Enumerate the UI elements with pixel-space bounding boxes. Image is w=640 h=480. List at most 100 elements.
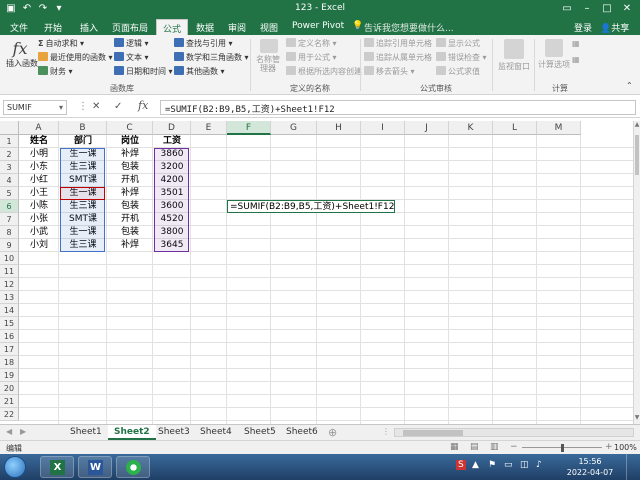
table-cell[interactable]: 小王 bbox=[19, 187, 59, 200]
column-header-b[interactable]: B bbox=[59, 121, 107, 135]
row-header-13[interactable]: 13 bbox=[0, 291, 19, 304]
sign-in-link[interactable]: 登录 bbox=[574, 21, 592, 34]
insert-function-icon[interactable]: fx bbox=[138, 99, 148, 112]
header-department[interactable]: 部门 bbox=[59, 135, 107, 148]
watch-window-button[interactable]: 监视窗口 bbox=[496, 39, 532, 72]
column-header-g[interactable]: G bbox=[271, 121, 317, 135]
tab-data[interactable]: 数据 bbox=[196, 21, 214, 34]
input-method-icon[interactable]: S bbox=[456, 460, 466, 470]
row-header-21[interactable]: 21 bbox=[0, 395, 19, 408]
share-button[interactable]: 👤共享 bbox=[600, 21, 629, 34]
more-functions-button[interactable]: 其他函数 ▾ bbox=[174, 66, 225, 77]
save-icon[interactable]: ▣ bbox=[4, 2, 18, 15]
define-name-button[interactable]: 定义名称 ▾ bbox=[286, 38, 337, 49]
column-header-c[interactable]: C bbox=[107, 121, 153, 135]
name-manager-button[interactable]: 名称管理器 bbox=[254, 39, 284, 73]
lookup-button[interactable]: 查找与引用 ▾ bbox=[174, 38, 233, 49]
scroll-down-icon[interactable]: ▼ bbox=[634, 414, 640, 424]
tab-review[interactable]: 审阅 bbox=[228, 21, 246, 34]
tab-power-pivot[interactable]: Power Pivot bbox=[292, 21, 344, 31]
remove-arrows-button[interactable]: 移去箭头 ▾ bbox=[364, 66, 415, 77]
header-salary[interactable]: 工资 bbox=[153, 135, 191, 148]
table-cell[interactable]: 开机 bbox=[107, 213, 153, 226]
quick-access-dropdown-icon[interactable]: ▾ bbox=[52, 2, 66, 15]
error-check-button[interactable]: 错误检查 ▾ bbox=[436, 52, 487, 63]
math-button[interactable]: 数学和三角函数 ▾ bbox=[174, 52, 249, 63]
page-layout-view-icon[interactable]: ▤ bbox=[470, 442, 479, 452]
column-header-h[interactable]: H bbox=[317, 121, 361, 135]
calc-sheet-icon[interactable]: ▦ bbox=[572, 55, 580, 64]
scroll-up-icon[interactable]: ▲ bbox=[634, 121, 640, 131]
clock[interactable]: 15:56 2022-04-07 bbox=[560, 456, 620, 478]
row-header-9[interactable]: 9 bbox=[0, 239, 19, 252]
text-button[interactable]: 文本 ▾ bbox=[114, 52, 149, 63]
taskbar-word[interactable]: W bbox=[78, 456, 112, 478]
trace-precedents-button[interactable]: 追踪引用单元格 bbox=[364, 38, 432, 49]
table-cell[interactable]: 小刘 bbox=[19, 239, 59, 252]
next-sheet-icon[interactable]: ▶ bbox=[20, 427, 26, 436]
column-header-l[interactable]: L bbox=[493, 121, 537, 135]
formula-input[interactable]: =SUMIF(B2:B9,B5,工资)+Sheet1!F12 bbox=[160, 100, 636, 115]
zoom-level[interactable]: 100% bbox=[614, 443, 637, 452]
financial-button[interactable]: 财务 ▾ bbox=[38, 66, 73, 77]
close-button[interactable]: ✕ bbox=[620, 2, 634, 15]
row-header-1[interactable]: 1 bbox=[0, 135, 19, 148]
redo-icon[interactable]: ↷ bbox=[36, 2, 50, 15]
table-cell[interactable]: 补焊 bbox=[107, 187, 153, 200]
column-header-a[interactable]: A bbox=[19, 121, 59, 135]
table-cell[interactable]: 小红 bbox=[19, 174, 59, 187]
row-header-2[interactable]: 2 bbox=[0, 148, 19, 161]
undo-icon[interactable]: ↶ bbox=[20, 2, 34, 15]
column-header-j[interactable]: J bbox=[405, 121, 449, 135]
network-icon[interactable]: ◫ bbox=[520, 460, 529, 470]
table-cell[interactable]: 补焊 bbox=[107, 148, 153, 161]
use-in-formula-button[interactable]: 用于公式 ▾ bbox=[286, 52, 337, 63]
recent-functions-button[interactable]: 最近使用的函数 ▾ bbox=[38, 52, 113, 63]
table-cell[interactable]: 开机 bbox=[107, 174, 153, 187]
datetime-button[interactable]: 日期和时间 ▾ bbox=[114, 66, 173, 77]
tab-insert[interactable]: 插入 bbox=[80, 21, 98, 34]
zoom-slider-thumb[interactable] bbox=[561, 444, 564, 452]
row-header-10[interactable]: 10 bbox=[0, 252, 19, 265]
flag-icon[interactable]: ⚑ bbox=[488, 460, 496, 470]
zoom-out-icon[interactable]: − bbox=[510, 442, 518, 452]
trace-dependents-button[interactable]: 追踪从属单元格 bbox=[364, 52, 432, 63]
tell-me-box[interactable]: 告诉我您想要做什么... bbox=[364, 21, 454, 34]
sheet-tab-sheet5[interactable]: Sheet5 bbox=[238, 425, 282, 440]
row-header-20[interactable]: 20 bbox=[0, 382, 19, 395]
row-header-4[interactable]: 4 bbox=[0, 174, 19, 187]
tab-formulas[interactable]: 公式 bbox=[156, 19, 189, 35]
prev-sheet-icon[interactable]: ◀ bbox=[6, 427, 12, 436]
row-header-18[interactable]: 18 bbox=[0, 356, 19, 369]
tab-page-layout[interactable]: 页面布局 bbox=[112, 21, 148, 34]
select-all-corner[interactable] bbox=[0, 121, 19, 135]
row-header-8[interactable]: 8 bbox=[0, 226, 19, 239]
ribbon-display-icon[interactable]: ▭ bbox=[560, 2, 574, 15]
battery-icon[interactable]: ▭ bbox=[504, 460, 513, 470]
column-header-i[interactable]: I bbox=[361, 121, 405, 135]
table-cell[interactable]: 小明 bbox=[19, 148, 59, 161]
row-header-12[interactable]: 12 bbox=[0, 278, 19, 291]
sheet-tab-sheet6[interactable]: Sheet6 bbox=[280, 425, 324, 440]
normal-view-icon[interactable]: ▦ bbox=[450, 442, 459, 452]
row-header-16[interactable]: 16 bbox=[0, 330, 19, 343]
insert-function-button[interactable]: fx 插入函数 bbox=[6, 39, 38, 69]
show-desktop-button[interactable] bbox=[626, 454, 640, 480]
header-position[interactable]: 岗位 bbox=[107, 135, 153, 148]
sheet-tab-sheet4[interactable]: Sheet4 bbox=[194, 425, 238, 440]
taskbar-excel[interactable]: X bbox=[40, 456, 74, 478]
column-header-f[interactable]: F bbox=[227, 121, 271, 135]
editing-cell-f6[interactable]: =SUMIF(B2:B9,B5,工资)+Sheet1!F12 bbox=[227, 200, 396, 213]
tab-file[interactable]: 文件 bbox=[10, 21, 28, 34]
row-header-3[interactable]: 3 bbox=[0, 161, 19, 174]
table-cell[interactable]: 小武 bbox=[19, 226, 59, 239]
scroll-thumb[interactable] bbox=[635, 135, 639, 175]
page-break-view-icon[interactable]: ▥ bbox=[490, 442, 499, 452]
add-sheet-icon[interactable]: ⊕ bbox=[328, 426, 337, 439]
tab-view[interactable]: 视图 bbox=[260, 21, 278, 34]
collapse-ribbon-icon[interactable]: ⌃ bbox=[626, 81, 633, 90]
start-button[interactable] bbox=[4, 456, 26, 478]
tab-home[interactable]: 开始 bbox=[44, 21, 62, 34]
vertical-scrollbar[interactable]: ▲ ▼ bbox=[633, 121, 640, 424]
table-cell[interactable]: 包装 bbox=[107, 226, 153, 239]
